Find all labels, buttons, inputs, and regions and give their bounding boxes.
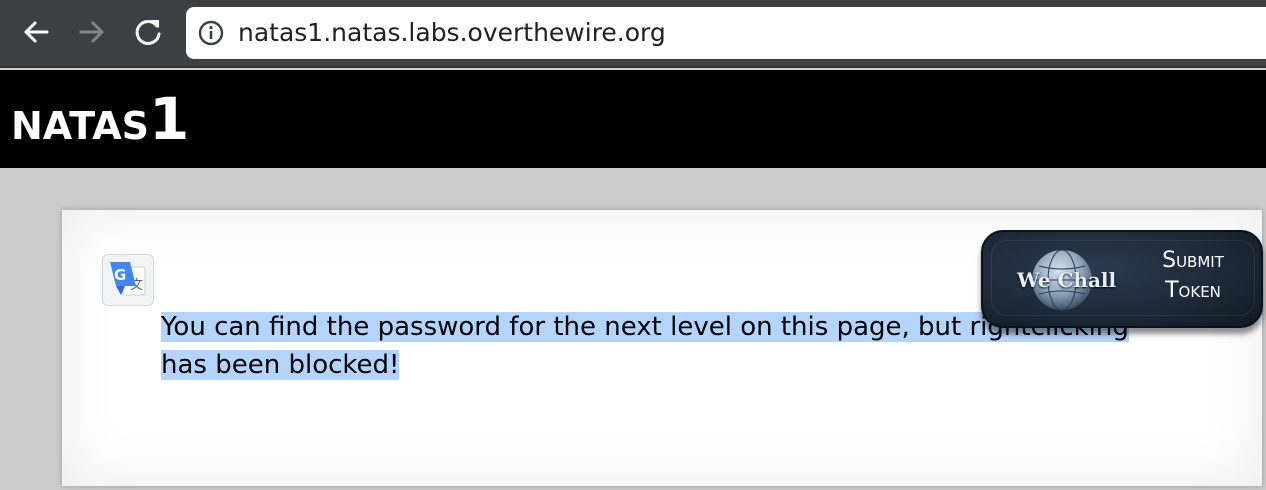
title-number: 1: [149, 85, 190, 153]
address-bar[interactable]: natas1.natas.labs.overthewire.org: [186, 7, 1266, 59]
message-line-2: has been blocked!: [161, 350, 400, 380]
submit-token-label: Submit Token: [1143, 246, 1243, 306]
message-line-1: You can find the password for the next l…: [161, 312, 970, 342]
reload-icon[interactable]: [130, 14, 166, 50]
submit-label: Submit: [1162, 248, 1224, 273]
forward-arrow-icon[interactable]: [74, 14, 110, 50]
url-text[interactable]: natas1.natas.labs.overthewire.org: [238, 17, 666, 49]
wechall-submit-token-button[interactable]: We Chall Submit Token: [981, 230, 1263, 328]
browser-toolbar: natas1.natas.labs.overthewire.org: [0, 0, 1266, 68]
site-header: NATAS1: [0, 70, 1266, 168]
title-prefix: NATAS: [11, 104, 150, 148]
token-label: Token: [1165, 278, 1221, 303]
svg-text:G: G: [114, 266, 126, 284]
page-title: NATAS1: [11, 84, 189, 161]
info-icon[interactable]: [198, 20, 224, 46]
back-arrow-icon[interactable]: [18, 14, 54, 50]
wechall-logo-text: We Chall: [1017, 268, 1117, 292]
google-translate-icon[interactable]: 文 G: [102, 254, 154, 306]
